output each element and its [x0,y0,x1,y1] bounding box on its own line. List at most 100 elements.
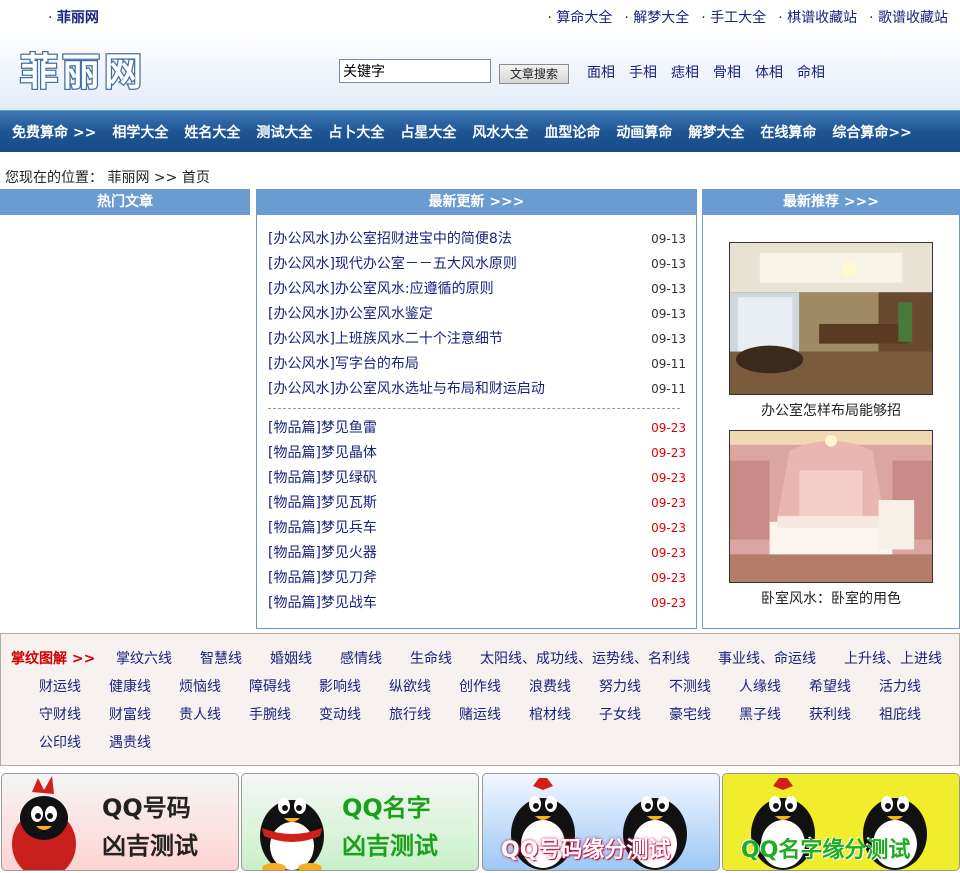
nav-item-jiemeng[interactable]: 解梦大全 [688,122,744,142]
nav-item-zhanbu[interactable]: 占卜大全 [328,122,384,142]
palm-link[interactable]: 健康线 [109,676,151,704]
bedroom-photo[interactable] [729,430,933,583]
search-button[interactable]: 文章搜索 [499,64,569,84]
recommend-item-bedroom[interactable]: 卧室风水：卧室的用色 [729,430,933,608]
recommend-item-office[interactable]: 办公室怎样布局能够招 [729,242,933,420]
nav-item-zonghe[interactable]: 综合算命>> [832,122,911,142]
list-item[interactable]: [物品篇]梦见瓦斯 09-23 [268,493,686,518]
breadcrumb-home-link[interactable]: 菲丽网 [107,170,149,186]
palm-link[interactable]: 遇贵线 [109,732,151,760]
list-item[interactable]: [物品篇]梦见绿矾 09-23 [268,468,686,493]
list-item[interactable]: [物品篇]梦见兵车 09-23 [268,518,686,543]
top-links: 算命大全 解梦大全 手工大全 棋谱收藏站 歌谱收藏站 [547,7,948,27]
palm-link[interactable]: 人缘线 [739,676,781,704]
site-logo[interactable]: 菲丽网 菲丽网 [18,47,186,95]
palm-link[interactable]: 不测线 [669,676,711,704]
palm-row: 掌纹图解 >> 掌纹六线 智慧线 婚姻线 感情线 生命线 太阳线、成功线、运势线… [11,648,959,676]
palm-link[interactable]: 旅行线 [389,704,431,732]
list-item[interactable]: [物品篇]梦见战车 09-23 [268,593,686,618]
list-item[interactable]: [办公风水]办公室风水鉴定 09-13 [268,304,686,329]
palm-link[interactable]: 棺材线 [529,704,571,732]
nav-item-free-suanming[interactable]: 免费算命 >> [12,122,96,142]
palm-link[interactable]: 赌运线 [459,704,501,732]
palm-link[interactable]: 贵人线 [179,704,221,732]
recommend-caption-bedroom[interactable]: 卧室风水：卧室的用色 [729,588,933,608]
list-item[interactable]: [办公风水]办公室招财进宝中的简便8法 09-13 [268,229,686,254]
palm-link[interactable]: 创作线 [459,676,501,704]
palm-link[interactable]: 太阳线、成功线、运势线、名利线 [480,648,690,676]
nav-item-xingming[interactable]: 姓名大全 [184,122,240,142]
top-link-shougong[interactable]: 手工大全 [701,7,766,27]
palm-link[interactable]: 获利线 [809,704,851,732]
nav-item-xuexing[interactable]: 血型论命 [544,122,600,142]
palm-link[interactable]: 祖庇线 [879,704,921,732]
palm-row: 公印线 遇贵线 [11,732,959,760]
office-photo[interactable] [729,242,933,395]
palm-link[interactable]: 变动线 [319,704,361,732]
palm-link[interactable]: 纵欲线 [389,676,431,704]
palm-link[interactable]: 智慧线 [200,648,242,676]
palm-link[interactable]: 事业线、命运线 [718,648,816,676]
palm-link[interactable]: 活力线 [879,676,921,704]
palm-link[interactable]: 希望线 [809,676,851,704]
header-link-mingxiang[interactable]: 命相 [797,62,825,82]
top-link-qipu[interactable]: 棋谱收藏站 [778,7,857,27]
palm-link[interactable]: 公印线 [39,732,81,760]
list-item[interactable]: [办公风水]办公室风水:应遵循的原则 09-13 [268,279,686,304]
palm-link[interactable]: 掌纹六线 [116,648,172,676]
list-item[interactable]: [办公风水]写字台的布局 09-11 [268,354,686,379]
nav-item-zaixian[interactable]: 在线算命 [760,122,816,142]
palm-link[interactable]: 感情线 [340,648,382,676]
palm-link[interactable]: 财运线 [39,676,81,704]
palm-link[interactable]: 上升线、上进线 [844,648,942,676]
header-link-tixiang[interactable]: 体相 [755,62,783,82]
nav-item-zhanxing[interactable]: 占星大全 [400,122,456,142]
header-link-mianxiang[interactable]: 面相 [587,62,615,82]
header-link-zhixiang[interactable]: 痣相 [671,62,699,82]
nav-item-xiangxue[interactable]: 相学大全 [112,122,168,142]
banner-qq-number-test[interactable]: QQ号码 凶吉测试 [1,773,239,871]
palm-link[interactable]: 财富线 [109,704,151,732]
search-input[interactable] [339,59,491,83]
palm-link[interactable]: 浪费线 [529,676,571,704]
list-item[interactable]: [办公风水]办公室风水选址与布局和财运启动 09-11 [268,379,686,404]
list-item[interactable]: [办公风水]现代办公室－－五大风水原则 09-13 [268,254,686,279]
breadcrumb-prefix: 您现在的位置： [5,170,103,186]
palm-link[interactable]: 生命线 [410,648,452,676]
top-link-gepu[interactable]: 歌谱收藏站 [869,7,948,27]
palm-link[interactable]: 障碍线 [249,676,291,704]
list-item[interactable]: [物品篇]梦见火器 09-23 [268,543,686,568]
nav-item-fengshui[interactable]: 风水大全 [472,122,528,142]
header-link-guxiang[interactable]: 骨相 [713,62,741,82]
palm-link[interactable]: 婚姻线 [270,648,312,676]
banner-line1: QQ名字缘分测试 [741,838,911,863]
banner-qq-name-match[interactable]: QQ名字缘分测试 [722,773,960,871]
palm-link[interactable]: 豪宅线 [669,704,711,732]
site-name-link[interactable]: 菲丽网 [48,7,99,27]
list-item[interactable]: [办公风水]上班族风水二十个注意细节 09-13 [268,329,686,354]
list-item[interactable]: [物品篇]梦见鱼雷 09-23 [268,418,686,443]
recommend-title[interactable]: 最新推荐 >>> [702,189,960,215]
fengshui-news-list: [办公风水]办公室招财进宝中的简便8法 09-13 [办公风水]现代办公室－－五大… [257,215,696,404]
palm-link[interactable]: 守财线 [39,704,81,732]
top-link-suanming[interactable]: 算命大全 [547,7,612,27]
palm-link[interactable]: 烦恼线 [179,676,221,704]
top-link-jiemeng[interactable]: 解梦大全 [624,7,689,27]
breadcrumb-current: 首页 [181,170,210,186]
latest-updates-title[interactable]: 最新更新 >>> [256,189,697,215]
palm-link[interactable]: 黑子线 [739,704,781,732]
nav-item-ceshi[interactable]: 测试大全 [256,122,312,142]
palm-link[interactable]: 子女线 [599,704,641,732]
palm-link[interactable]: 手腕线 [249,704,291,732]
list-item[interactable]: [物品篇]梦见晶体 09-23 [268,443,686,468]
nav-item-donghua[interactable]: 动画算命 [616,122,672,142]
recommend-caption-office[interactable]: 办公室怎样布局能够招 [729,400,933,420]
list-item[interactable]: [物品篇]梦见刀斧 09-23 [268,568,686,593]
banner-qq-name-test[interactable]: QQ名字 凶吉测试 [241,773,479,871]
palm-section-title[interactable]: 掌纹图解 >> [11,648,116,676]
palm-link[interactable]: 努力线 [599,676,641,704]
banner-qq-number-match[interactable]: QQ号码缘分测试 [482,773,720,871]
header-link-shouxiang[interactable]: 手相 [629,62,657,82]
palm-link[interactable]: 影响线 [319,676,361,704]
banner-line1: QQ名字 [342,794,431,822]
